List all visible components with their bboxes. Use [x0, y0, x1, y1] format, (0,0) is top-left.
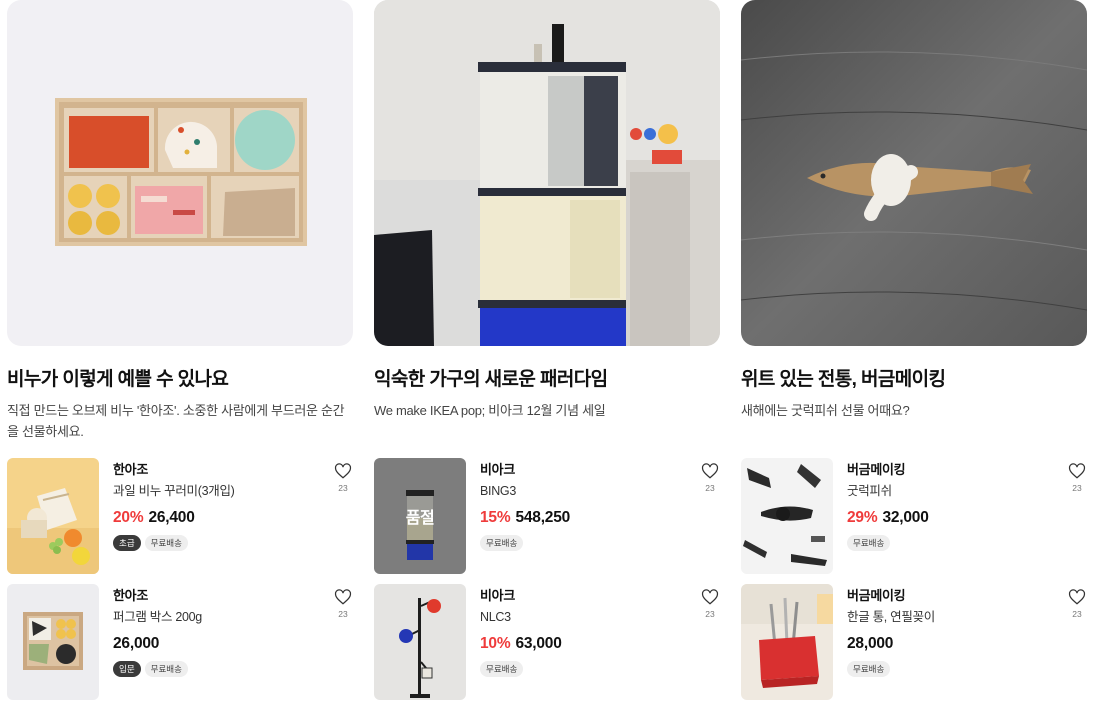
- product-price: 548,250: [515, 509, 571, 526]
- heart-icon: [701, 463, 719, 479]
- discount-rate: 10%: [480, 635, 511, 652]
- heart-icon: [701, 589, 719, 605]
- product-badges: 초급 무료배송: [113, 535, 323, 551]
- product-brand[interactable]: 한아조: [113, 588, 323, 604]
- product-info: 한아조 퍼그램 박스 200g 26,000 입문 무료배송: [113, 588, 323, 677]
- heart-icon: [1068, 589, 1086, 605]
- free-shipping-badge: 무료배송: [480, 535, 524, 551]
- feature-image-soap-box[interactable]: [7, 0, 353, 346]
- feature-card-viark: 익숙한 가구의 새로운 패러다임 We make IKEA pop; 비아크 1…: [374, 0, 720, 700]
- product-thumbnail-bing3[interactable]: 품절: [374, 458, 466, 574]
- product-thumbnail-wrapped-soap[interactable]: [7, 458, 99, 574]
- product-price: 28,000: [847, 635, 894, 652]
- discount-rate: 20%: [113, 509, 144, 526]
- product-name[interactable]: NLC3: [480, 609, 690, 625]
- product-card[interactable]: 한아조 과일 비누 꾸러미(3개입) 20% 26,400 초급 무료배송 23: [7, 458, 353, 574]
- level-badge: 초급: [113, 535, 141, 551]
- like-count: 23: [1072, 483, 1082, 493]
- like-button[interactable]: 23: [1067, 462, 1087, 493]
- like-count: 23: [338, 609, 348, 619]
- product-info: 비아크 NLC3 10% 63,000 무료배송: [480, 588, 690, 677]
- like-count: 23: [705, 609, 715, 619]
- heart-icon: [334, 463, 352, 479]
- product-badges: 무료배송: [847, 535, 1057, 551]
- feature-description: 새해에는 굿럭피쉬 선물 어때요?: [741, 403, 910, 418]
- free-shipping-badge: 무료배송: [144, 661, 188, 677]
- feature-description: 직접 만드는 오브제 비누 '한아조'. 소중한 사람에게 부드러운 순간을 선…: [7, 403, 345, 439]
- heart-icon: [334, 589, 352, 605]
- feature-title[interactable]: 위트 있는 전통, 버금메이킹: [741, 367, 1087, 393]
- product-card[interactable]: 품절 비아크 BING3 15% 548,250 무료배송 23: [374, 458, 720, 574]
- sold-out-label: 품절: [405, 510, 435, 527]
- product-card[interactable]: 한아조 퍼그램 박스 200g 26,000 입문 무료배송 23: [7, 584, 353, 700]
- product-price-row: 15% 548,250: [480, 509, 690, 527]
- product-brand[interactable]: 버금메이킹: [847, 462, 1057, 478]
- product-brand[interactable]: 비아크: [480, 588, 690, 604]
- like-button[interactable]: 23: [700, 588, 720, 619]
- product-thumbnail-goodluck-fish[interactable]: [741, 458, 833, 574]
- product-price-row: 28,000: [847, 635, 1057, 653]
- like-button[interactable]: 23: [333, 588, 353, 619]
- product-card[interactable]: 비아크 NLC3 10% 63,000 무료배송 23: [374, 584, 720, 700]
- like-button[interactable]: 23: [700, 462, 720, 493]
- like-count: 23: [338, 483, 348, 493]
- feature-card-hanajo: 비누가 이렇게 예쁠 수 있나요 직접 만드는 오브제 비누 '한아조'. 소중…: [7, 0, 353, 700]
- feature-title[interactable]: 비누가 이렇게 예쁠 수 있나요: [7, 367, 353, 393]
- product-price: 32,000: [882, 509, 929, 526]
- product-price-row: 26,000: [113, 635, 323, 653]
- product-name[interactable]: 굿럭피쉬: [847, 483, 1057, 499]
- product-card[interactable]: 버금메이킹 굿럭피쉬 29% 32,000 무료배송 23: [741, 458, 1087, 574]
- product-badges: 무료배송: [847, 661, 1057, 677]
- product-info: 버금메이킹 한글 통, 연필꽂이 28,000 무료배송: [847, 588, 1057, 677]
- level-badge: 입문: [113, 661, 141, 677]
- product-name[interactable]: BING3: [480, 483, 690, 499]
- product-badges: 입문 무료배송: [113, 661, 323, 677]
- product-info: 비아크 BING3 15% 548,250 무료배송: [480, 462, 690, 551]
- product-thumbnail-nlc3-lamp[interactable]: [374, 584, 466, 700]
- product-info: 한아조 과일 비누 꾸러미(3개입) 20% 26,400 초급 무료배송: [113, 462, 323, 551]
- feature-description: We make IKEA pop; 비아크 12월 기념 세일: [374, 403, 606, 418]
- discount-rate: 29%: [847, 509, 878, 526]
- free-shipping-badge: 무료배송: [480, 661, 524, 677]
- feature-image-shelf-tower[interactable]: [374, 0, 720, 346]
- product-price: 26,400: [148, 509, 195, 526]
- discount-rate: 15%: [480, 509, 511, 526]
- product-price-row: 10% 63,000: [480, 635, 690, 653]
- like-button[interactable]: 23: [333, 462, 353, 493]
- product-thumbnail-utensil-holder[interactable]: [741, 584, 833, 700]
- product-name[interactable]: 퍼그램 박스 200g: [113, 609, 323, 625]
- free-shipping-badge: 무료배송: [144, 535, 188, 551]
- product-card[interactable]: 버금메이킹 한글 통, 연필꽂이 28,000 무료배송 23: [741, 584, 1087, 700]
- free-shipping-badge: 무료배송: [847, 535, 891, 551]
- product-name[interactable]: 과일 비누 꾸러미(3개입): [113, 483, 323, 499]
- product-info: 버금메이킹 굿럭피쉬 29% 32,000 무료배송: [847, 462, 1057, 551]
- product-brand[interactable]: 비아크: [480, 462, 690, 478]
- product-price-row: 20% 26,400: [113, 509, 323, 527]
- like-count: 23: [705, 483, 715, 493]
- feature-title[interactable]: 익숙한 가구의 새로운 패러다임: [374, 367, 720, 393]
- product-badges: 무료배송: [480, 535, 690, 551]
- like-button[interactable]: 23: [1067, 588, 1087, 619]
- product-thumbnail-soap-box[interactable]: [7, 584, 99, 700]
- product-price: 63,000: [515, 635, 562, 652]
- feature-image-knotted-fish[interactable]: [741, 0, 1087, 346]
- product-price: 26,000: [113, 635, 160, 652]
- like-count: 23: [1072, 609, 1082, 619]
- product-brand[interactable]: 한아조: [113, 462, 323, 478]
- product-name[interactable]: 한글 통, 연필꽂이: [847, 609, 1057, 625]
- free-shipping-badge: 무료배송: [847, 661, 891, 677]
- product-badges: 무료배송: [480, 661, 690, 677]
- heart-icon: [1068, 463, 1086, 479]
- product-price-row: 29% 32,000: [847, 509, 1057, 527]
- feature-card-beogeum-making: 위트 있는 전통, 버금메이킹 새해에는 굿럭피쉬 선물 어때요? 버금메이킹 …: [741, 0, 1087, 700]
- product-brand[interactable]: 버금메이킹: [847, 588, 1057, 604]
